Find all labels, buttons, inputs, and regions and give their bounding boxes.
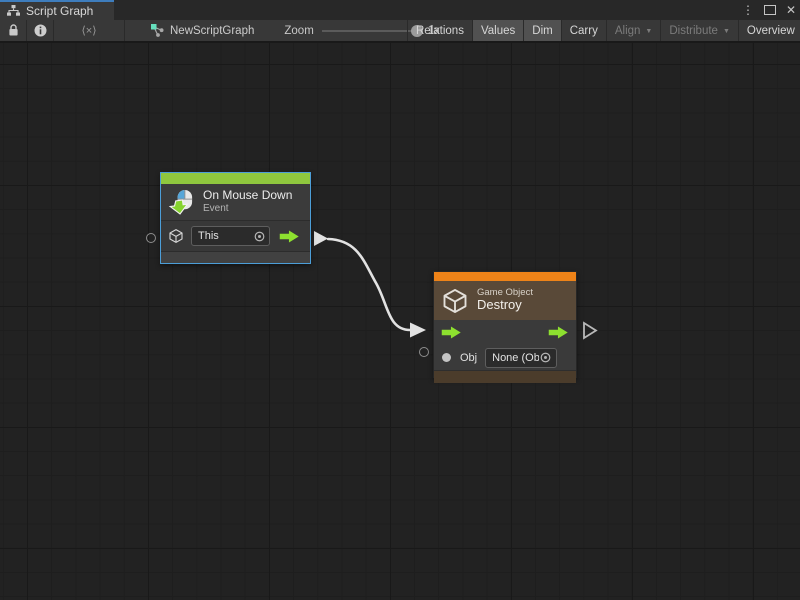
maximize-icon[interactable] bbox=[764, 5, 776, 15]
zoom-label: Zoom bbox=[284, 25, 313, 37]
flow-output-arrow-icon[interactable] bbox=[279, 230, 300, 243]
event-target-field[interactable]: This bbox=[191, 226, 270, 246]
event-target-input-port[interactable] bbox=[146, 233, 156, 243]
toolbar-separator bbox=[124, 20, 125, 41]
graph-canvas[interactable]: On Mouse Down Event This bbox=[0, 43, 800, 600]
code-brackets-icon: ⟨×⟩ bbox=[81, 24, 96, 37]
graph-tab-icon bbox=[7, 5, 20, 17]
wires-layer bbox=[0, 43, 800, 600]
tab-strip: Script Graph ⋮ ✕ bbox=[0, 0, 800, 21]
destroy-obj-value: None (Object) bbox=[492, 352, 539, 364]
event-node-footer bbox=[161, 251, 310, 263]
event-accent-strip bbox=[161, 173, 310, 184]
destroy-flow-input-arrowhead[interactable] bbox=[410, 323, 426, 338]
event-node-header[interactable]: On Mouse Down Event bbox=[161, 184, 310, 220]
close-icon[interactable]: ✕ bbox=[786, 3, 796, 17]
on-mouse-down-node[interactable]: On Mouse Down Event This bbox=[160, 172, 311, 264]
mouse-down-event-icon bbox=[168, 189, 195, 216]
window-controls: ⋮ ✕ bbox=[742, 0, 796, 20]
event-node-subtitle: Event bbox=[203, 203, 292, 215]
destroy-flow-row bbox=[434, 320, 576, 345]
relations-button[interactable]: Relations bbox=[407, 20, 472, 41]
toolbar-left-group: ⟨×⟩ NewScriptGraph Zoom 1x bbox=[0, 20, 440, 41]
chevron-down-icon: ▼ bbox=[645, 28, 652, 35]
info-icon bbox=[34, 24, 47, 37]
window-menu-icon[interactable]: ⋮ bbox=[742, 4, 754, 16]
event-target-value: This bbox=[198, 230, 253, 242]
values-button[interactable]: Values bbox=[472, 20, 523, 41]
align-dropdown-button[interactable]: Align ▼ bbox=[606, 20, 661, 41]
destroy-obj-field[interactable]: None (Object) bbox=[485, 348, 557, 368]
destroy-accent-strip bbox=[434, 272, 576, 281]
carry-button[interactable]: Carry bbox=[561, 20, 606, 41]
destroy-obj-input-port[interactable] bbox=[419, 347, 429, 357]
graph-name-label: NewScriptGraph bbox=[170, 25, 254, 37]
object-picker-icon[interactable] bbox=[253, 230, 266, 243]
flow-output-arrow-icon[interactable] bbox=[548, 326, 569, 339]
obj-port-dot[interactable] bbox=[442, 353, 451, 362]
distribute-dropdown-button[interactable]: Distribute ▼ bbox=[660, 20, 738, 41]
tab-script-graph[interactable]: Script Graph bbox=[0, 0, 114, 20]
destroy-node-header[interactable]: Game Object Destroy bbox=[434, 281, 576, 320]
destroy-node-footer bbox=[434, 370, 576, 383]
tab-title: Script Graph bbox=[26, 4, 93, 18]
script-graph-asset-icon bbox=[151, 24, 164, 37]
lock-icon bbox=[8, 24, 19, 37]
destroy-flow-output-port[interactable] bbox=[584, 323, 596, 338]
destroy-node-title: Destroy bbox=[477, 298, 533, 313]
script-graph-window: { "window": { "tab_title": "Script Graph… bbox=[0, 0, 800, 600]
event-flow-output-port[interactable] bbox=[314, 231, 328, 246]
gameobject-cube-icon bbox=[168, 228, 184, 244]
toolbar-right-group: Relations Values Dim Carry Align ▼ Distr… bbox=[407, 20, 800, 41]
connection-wire[interactable] bbox=[328, 239, 410, 330]
event-node-body: This bbox=[161, 220, 310, 251]
event-node-title: On Mouse Down bbox=[203, 189, 292, 203]
code-preview-button[interactable]: ⟨×⟩ bbox=[54, 20, 124, 41]
flow-input-arrow-icon[interactable] bbox=[441, 326, 462, 339]
overview-button[interactable]: Overview bbox=[738, 20, 800, 41]
obj-label: Obj bbox=[460, 352, 477, 364]
destroy-obj-row: Obj None (Object) bbox=[434, 345, 576, 370]
lock-button[interactable] bbox=[0, 20, 26, 41]
gameobject-cube-icon bbox=[441, 287, 469, 315]
dim-button[interactable]: Dim bbox=[523, 20, 560, 41]
destroy-node[interactable]: Game Object Destroy Obj None (Object) bbox=[433, 271, 577, 378]
graph-toolbar: ⟨×⟩ NewScriptGraph Zoom 1x Relations Val… bbox=[0, 20, 800, 43]
zoom-slider[interactable] bbox=[322, 30, 420, 32]
chevron-down-icon: ▼ bbox=[723, 28, 730, 35]
info-button[interactable] bbox=[27, 20, 53, 41]
object-picker-icon[interactable] bbox=[539, 351, 552, 364]
graph-asset-button[interactable]: NewScriptGraph bbox=[143, 20, 262, 41]
